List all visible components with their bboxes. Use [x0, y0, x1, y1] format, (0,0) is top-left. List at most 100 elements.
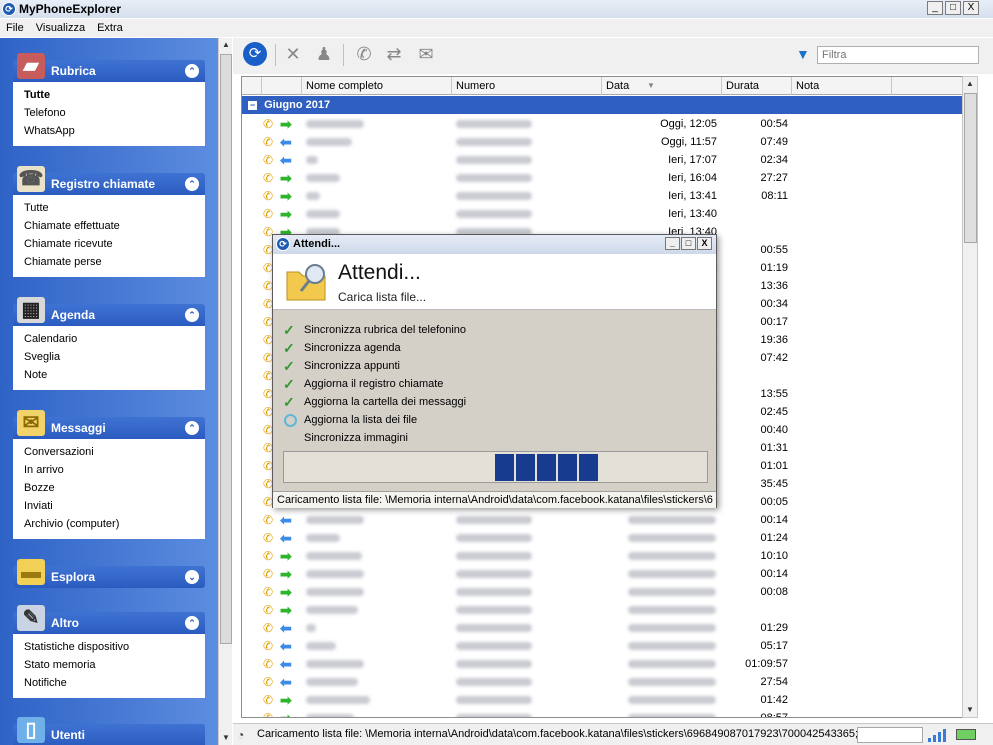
table-row[interactable]: ✆ ⬅ Oggi, 11:57 07:49 — [242, 133, 962, 151]
sidebar-item-notifiche[interactable]: Notifiche — [24, 674, 205, 692]
delete-icon[interactable]: ✕ — [280, 41, 306, 67]
collapse-chevron-icon[interactable]: ⌃ — [185, 64, 199, 78]
redacted-name — [306, 588, 364, 596]
panel-utenti-header[interactable]: ▯ Utenti — [13, 717, 205, 745]
sidebar-item-tutte-chiamate[interactable]: Tutte — [24, 199, 205, 217]
sidebar-item-statistiche[interactable]: Statistiche dispositivo — [24, 638, 205, 656]
sidebar-item-chiamate-effettuate[interactable]: Chiamate effettuate — [24, 217, 205, 235]
sidebar-item-inviati[interactable]: Inviati — [24, 497, 205, 515]
menu-extra[interactable]: Extra — [97, 22, 123, 34]
table-row[interactable]: ✆ ⬅ 01:24 — [242, 529, 962, 547]
sidebar-item-chiamate-perse[interactable]: Chiamate perse — [24, 253, 205, 271]
column-header-nota[interactable]: Nota — [792, 77, 892, 95]
maximize-button[interactable]: □ — [945, 1, 961, 15]
scroll-down-arrow-icon[interactable]: ▼ — [963, 703, 977, 717]
table-row[interactable]: ✆ ➡ Ieri, 13:41 08:11 — [242, 187, 962, 205]
sidebar-item-telefono[interactable]: Telefono — [24, 104, 205, 122]
sidebar-item-stato-memoria[interactable]: Stato memoria — [24, 656, 205, 674]
table-row[interactable]: ✆ ⬅ 05:17 — [242, 637, 962, 655]
collapse-chevron-icon[interactable]: ⌃ — [185, 616, 199, 630]
redacted-date — [628, 534, 716, 542]
collapse-chevron-icon[interactable]: ⌃ — [185, 421, 199, 435]
panel-title: Altro — [51, 616, 79, 630]
chat-icon[interactable]: ✉ — [413, 41, 439, 67]
status-panel — [857, 727, 923, 743]
collapse-chevron-icon[interactable]: ⌃ — [185, 308, 199, 322]
table-row[interactable]: ✆ ⬅ 27:54 — [242, 673, 962, 691]
column-header-numero[interactable]: Numero — [452, 77, 602, 95]
column-header-data[interactable]: Data ▼ — [602, 77, 722, 95]
call-icon[interactable]: ✆ — [351, 41, 377, 67]
panel-esplora-header[interactable]: ▬ Esplora ⌄ — [13, 559, 205, 588]
sidebar-item-whatsapp[interactable]: WhatsApp — [24, 122, 205, 140]
table-row[interactable]: ✆ ➡ 08:57 — [242, 709, 962, 717]
table-row[interactable]: ✆ ➡ 01:42 — [242, 691, 962, 709]
panel-messaggi-header[interactable]: ✉ Messaggi ⌃ — [13, 410, 205, 439]
expand-chevron-icon[interactable]: ⌄ — [185, 570, 199, 584]
sidebar-scrollbar[interactable]: ▲ ▼ — [218, 38, 232, 745]
table-row[interactable]: ✆ ➡ 00:08 — [242, 583, 962, 601]
table-row[interactable]: ✆ ⬅ Ieri, 17:07 02:34 — [242, 151, 962, 169]
add-contact-icon[interactable]: ♟ — [311, 41, 337, 67]
table-row[interactable]: ✆ ➡ Ieri, 16:04 27:27 — [242, 169, 962, 187]
forward-icon[interactable]: ⇄ — [381, 41, 407, 67]
column-header-durata[interactable]: Durata — [722, 77, 792, 95]
redacted-number — [456, 516, 532, 524]
panel-registro-header[interactable]: ☎ Registro chiamate ⌃ — [13, 166, 205, 195]
sidebar-item-archivio[interactable]: Archivio (computer) — [24, 515, 205, 533]
dialog-subheading: Carica lista file... — [338, 290, 427, 304]
grid-scrollbar[interactable]: ▲ ▼ — [962, 76, 978, 718]
cell-duration: 19:36 — [760, 334, 788, 346]
minimize-button[interactable]: _ — [927, 1, 943, 15]
sidebar-item-sveglia[interactable]: Sveglia — [24, 348, 205, 366]
redacted-number — [456, 192, 532, 200]
group-row-month[interactable]: − Giugno 2017 — [242, 96, 962, 114]
sidebar-item-conversazioni[interactable]: Conversazioni — [24, 443, 205, 461]
dialog-header: Attendi... Carica lista file... — [273, 254, 716, 310]
collapse-chevron-icon[interactable]: ⌃ — [185, 177, 199, 191]
sidebar-item-chiamate-ricevute[interactable]: Chiamate ricevute — [24, 235, 205, 253]
close-button[interactable]: X — [963, 1, 979, 15]
panel-agenda-header[interactable]: ▦ Agenda ⌃ — [13, 297, 205, 326]
cell-date: Ieri, 17:07 — [668, 154, 717, 166]
scroll-up-arrow-icon[interactable]: ▲ — [963, 77, 977, 91]
cell-duration: 00:40 — [760, 424, 788, 436]
table-row[interactable]: ✆ ⬅ 01:09:57 — [242, 655, 962, 673]
dialog-minimize-button[interactable]: _ — [665, 237, 680, 250]
redacted-name — [306, 678, 358, 686]
column-header-icon2[interactable] — [262, 77, 302, 95]
panel-utenti: ▯ Utenti — [13, 717, 205, 745]
filter-input[interactable] — [817, 46, 979, 64]
scrollbar-thumb[interactable] — [220, 54, 232, 644]
refresh-icon[interactable]: ⟳ — [243, 42, 267, 66]
sidebar-item-tutte-rubrica[interactable]: Tutte — [24, 86, 205, 104]
table-row[interactable]: ✆ ➡ 00:14 — [242, 565, 962, 583]
scroll-down-arrow-icon[interactable]: ▼ — [219, 731, 233, 745]
column-header-icon1[interactable] — [242, 77, 262, 95]
table-row[interactable]: ✆➡ — [242, 601, 962, 619]
table-row[interactable]: ✆ ➡ 10:10 — [242, 547, 962, 565]
cell-duration: 08:11 — [761, 190, 788, 202]
sidebar-item-note[interactable]: Note — [24, 366, 205, 384]
phone-icon: ✆ — [263, 135, 274, 149]
table-row[interactable]: ✆ ⬅ 01:29 — [242, 619, 962, 637]
sidebar-item-calendario[interactable]: Calendario — [24, 330, 205, 348]
panel-rubrica-header[interactable]: ▰ Rubrica ⌃ — [13, 53, 205, 82]
panel-altro-header[interactable]: ✎ Altro ⌃ — [13, 605, 205, 634]
table-row[interactable]: ✆ ➡ Ieri, 13:40 — [242, 205, 962, 223]
table-row[interactable]: ✆ ⬅ 00:14 — [242, 511, 962, 529]
dialog-maximize-button[interactable]: □ — [681, 237, 696, 250]
sidebar-item-bozze[interactable]: Bozze — [24, 479, 205, 497]
column-header-nome[interactable]: Nome completo — [302, 77, 452, 95]
cell-duration: 01:19 — [760, 262, 788, 274]
scrollbar-thumb[interactable] — [964, 93, 977, 243]
dialog-close-button[interactable]: X — [697, 237, 712, 250]
dialog-title: Attendi... — [293, 238, 341, 250]
table-row[interactable]: ✆ ➡ Oggi, 12:05 00:54 — [242, 115, 962, 133]
sync-steps: ✓ Sincronizza rubrica del telefonino ✓ Sin… — [283, 321, 703, 447]
scroll-up-arrow-icon[interactable]: ▲ — [219, 38, 233, 52]
collapse-group-icon[interactable]: − — [248, 101, 257, 110]
sidebar-item-in-arrivo[interactable]: In arrivo — [24, 461, 205, 479]
menu-file[interactable]: File — [6, 22, 24, 34]
menu-visualizza[interactable]: Visualizza — [36, 22, 85, 34]
